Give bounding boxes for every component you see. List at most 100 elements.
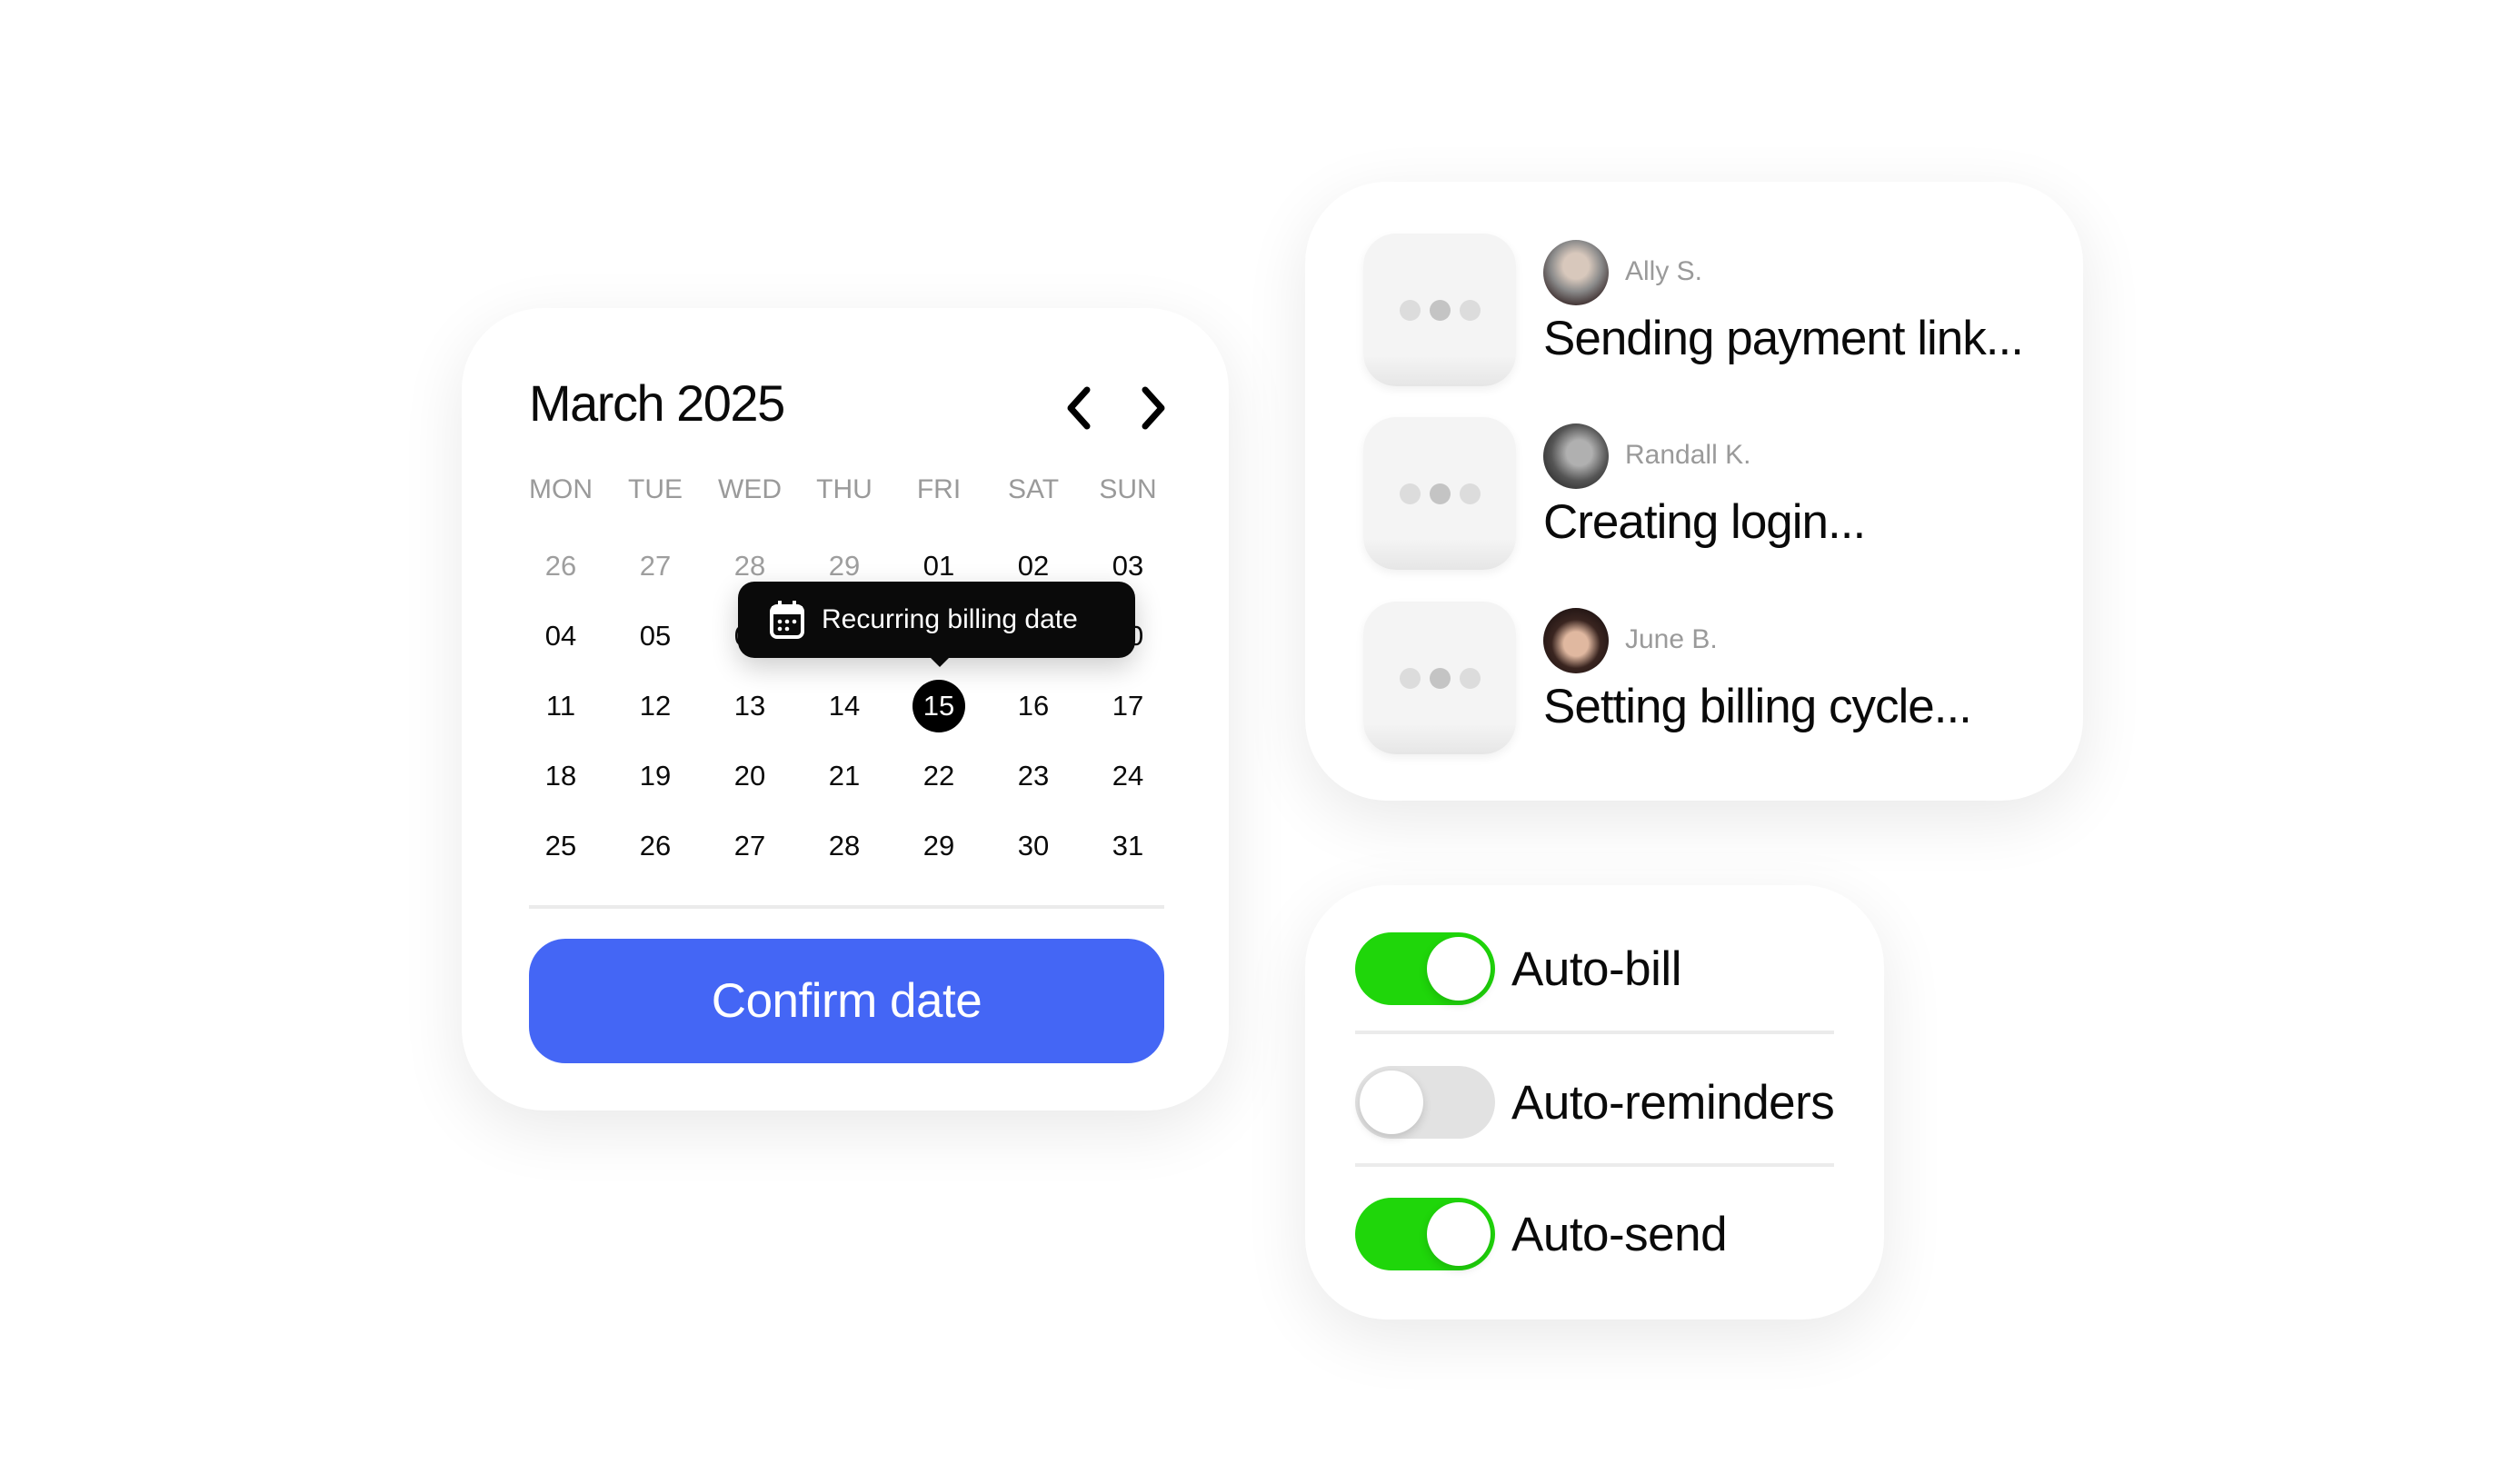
day-number: 05 [639, 619, 672, 652]
day-cell[interactable]: 11 [514, 679, 608, 733]
day-number: 12 [639, 689, 672, 722]
divider [1355, 1163, 1834, 1167]
chevron-right-icon [1142, 386, 1165, 430]
day-number: 29 [922, 829, 955, 862]
toggle-row-auto-bill: Auto-bill [1355, 932, 1834, 1005]
day-cell[interactable]: 27 [703, 819, 797, 873]
day-cell[interactable]: 21 [797, 749, 892, 803]
toggle-row-auto-send: Auto-send [1355, 1198, 1834, 1270]
toggle-label: Auto-reminders [1511, 1076, 1835, 1130]
month-title: March 2025 [529, 374, 785, 432]
day-number: 20 [733, 759, 766, 792]
day-cell[interactable]: 23 [986, 749, 1081, 803]
list-item: Randall K. Creating login... [1363, 417, 2054, 570]
avatar [1543, 240, 1609, 305]
weekday-header: SAT [1007, 474, 1060, 504]
auto-reminders-toggle[interactable] [1355, 1066, 1495, 1139]
day-number: 14 [828, 689, 861, 722]
task-message: Creating login... [1543, 495, 1866, 549]
day-number: 26 [639, 829, 672, 862]
day-cell[interactable]: 29 [892, 819, 986, 873]
day-cell[interactable]: 18 [514, 749, 608, 803]
list-item: June B. Setting billing cycle... [1363, 602, 2054, 754]
confirm-date-button[interactable]: Confirm date [529, 939, 1164, 1063]
day-cell[interactable]: 31 [1081, 819, 1175, 873]
day-cell[interactable]: 22 [892, 749, 986, 803]
day-number: 29 [828, 549, 861, 582]
user-name: Randall K. [1625, 440, 1751, 470]
tooltip-text: Recurring billing date [822, 604, 1078, 634]
automation-settings-card: Auto-bill Auto-reminders Auto-send [1305, 885, 1884, 1320]
task-message: Sending payment link... [1543, 312, 2024, 365]
weekday-header: FRI [916, 474, 962, 504]
toggle-label: Auto-send [1511, 1208, 1728, 1261]
day-number: 16 [1017, 689, 1050, 722]
user-name: June B. [1625, 624, 1718, 654]
day-number: 19 [639, 759, 672, 792]
day-number: 28 [733, 549, 766, 582]
day-number: 30 [1017, 829, 1050, 862]
day-number: 24 [1112, 759, 1144, 792]
weekday-header: MON [529, 474, 593, 504]
day-cell[interactable]: 13 [703, 679, 797, 733]
tooltip: Recurring billing date [738, 582, 1135, 667]
calendar-icon [770, 601, 804, 639]
toggle-label: Auto-bill [1511, 942, 1681, 996]
typing-indicator-icon [1363, 417, 1516, 570]
day-cell[interactable]: 28 [797, 819, 892, 873]
day-number: 15 [912, 679, 965, 732]
day-cell[interactable]: 26 [608, 819, 703, 873]
day-cell[interactable]: 16 [986, 679, 1081, 733]
day-cell[interactable]: 15 [892, 679, 986, 733]
day-number: 28 [828, 829, 861, 862]
chevron-left-icon [1067, 386, 1091, 430]
day-cell[interactable]: 20 [703, 749, 797, 803]
day-number: 23 [1017, 759, 1050, 792]
task-list-card: Ally S. Sending payment link... Randall … [1305, 182, 2083, 801]
day-number: 11 [545, 689, 576, 722]
divider [1355, 1031, 1834, 1034]
day-number: 01 [922, 549, 955, 582]
day-number: 02 [1017, 549, 1050, 582]
day-cell[interactable]: 25 [514, 819, 608, 873]
weekday-header: TUE [628, 474, 683, 504]
day-cell[interactable]: 24 [1081, 749, 1175, 803]
day-cell[interactable]: 14 [797, 679, 892, 733]
day-number: 31 [1112, 829, 1144, 862]
calendar-grid: MONTUEWEDTHUFRISATSUN2627282901020304050… [514, 463, 1175, 881]
day-cell[interactable]: 05 [608, 609, 703, 663]
avatar [1543, 423, 1609, 489]
typing-indicator-icon [1363, 234, 1516, 386]
prev-month-button[interactable] [1052, 381, 1107, 435]
user-name: Ally S. [1625, 256, 1703, 286]
weekday-header: WED [718, 474, 782, 504]
day-cell[interactable]: 27 [608, 539, 703, 593]
day-cell[interactable]: 26 [514, 539, 608, 593]
next-month-button[interactable] [1125, 381, 1180, 435]
day-number: 18 [544, 759, 577, 792]
day-number: 27 [733, 829, 766, 862]
day-number: 27 [639, 549, 672, 582]
weekday-header: SUN [1099, 474, 1157, 504]
day-cell[interactable]: 04 [514, 609, 608, 663]
day-number: 25 [544, 829, 577, 862]
toggle-row-auto-reminders: Auto-reminders [1355, 1066, 1835, 1139]
divider [529, 905, 1164, 909]
calendar-card: March 2025 MON TUE WED THU FRI SAT SUN 26 27 28 29… [462, 308, 1229, 1111]
auto-bill-toggle[interactable] [1355, 932, 1495, 1005]
day-number: 17 [1112, 689, 1144, 722]
day-number: 13 [733, 689, 766, 722]
auto-send-toggle[interactable] [1355, 1198, 1495, 1270]
avatar [1543, 608, 1609, 673]
day-number: 26 [544, 549, 577, 582]
day-number: 21 [828, 759, 861, 792]
day-cell[interactable]: 17 [1081, 679, 1175, 733]
day-number: 04 [544, 619, 577, 652]
day-number: 22 [922, 759, 955, 792]
day-cell[interactable]: 19 [608, 749, 703, 803]
list-item: Ally S. Sending payment link... [1363, 234, 2054, 386]
weekday-header: THU [816, 474, 873, 504]
day-cell[interactable]: 12 [608, 679, 703, 733]
day-cell[interactable]: 30 [986, 819, 1081, 873]
day-number: 03 [1112, 549, 1144, 582]
